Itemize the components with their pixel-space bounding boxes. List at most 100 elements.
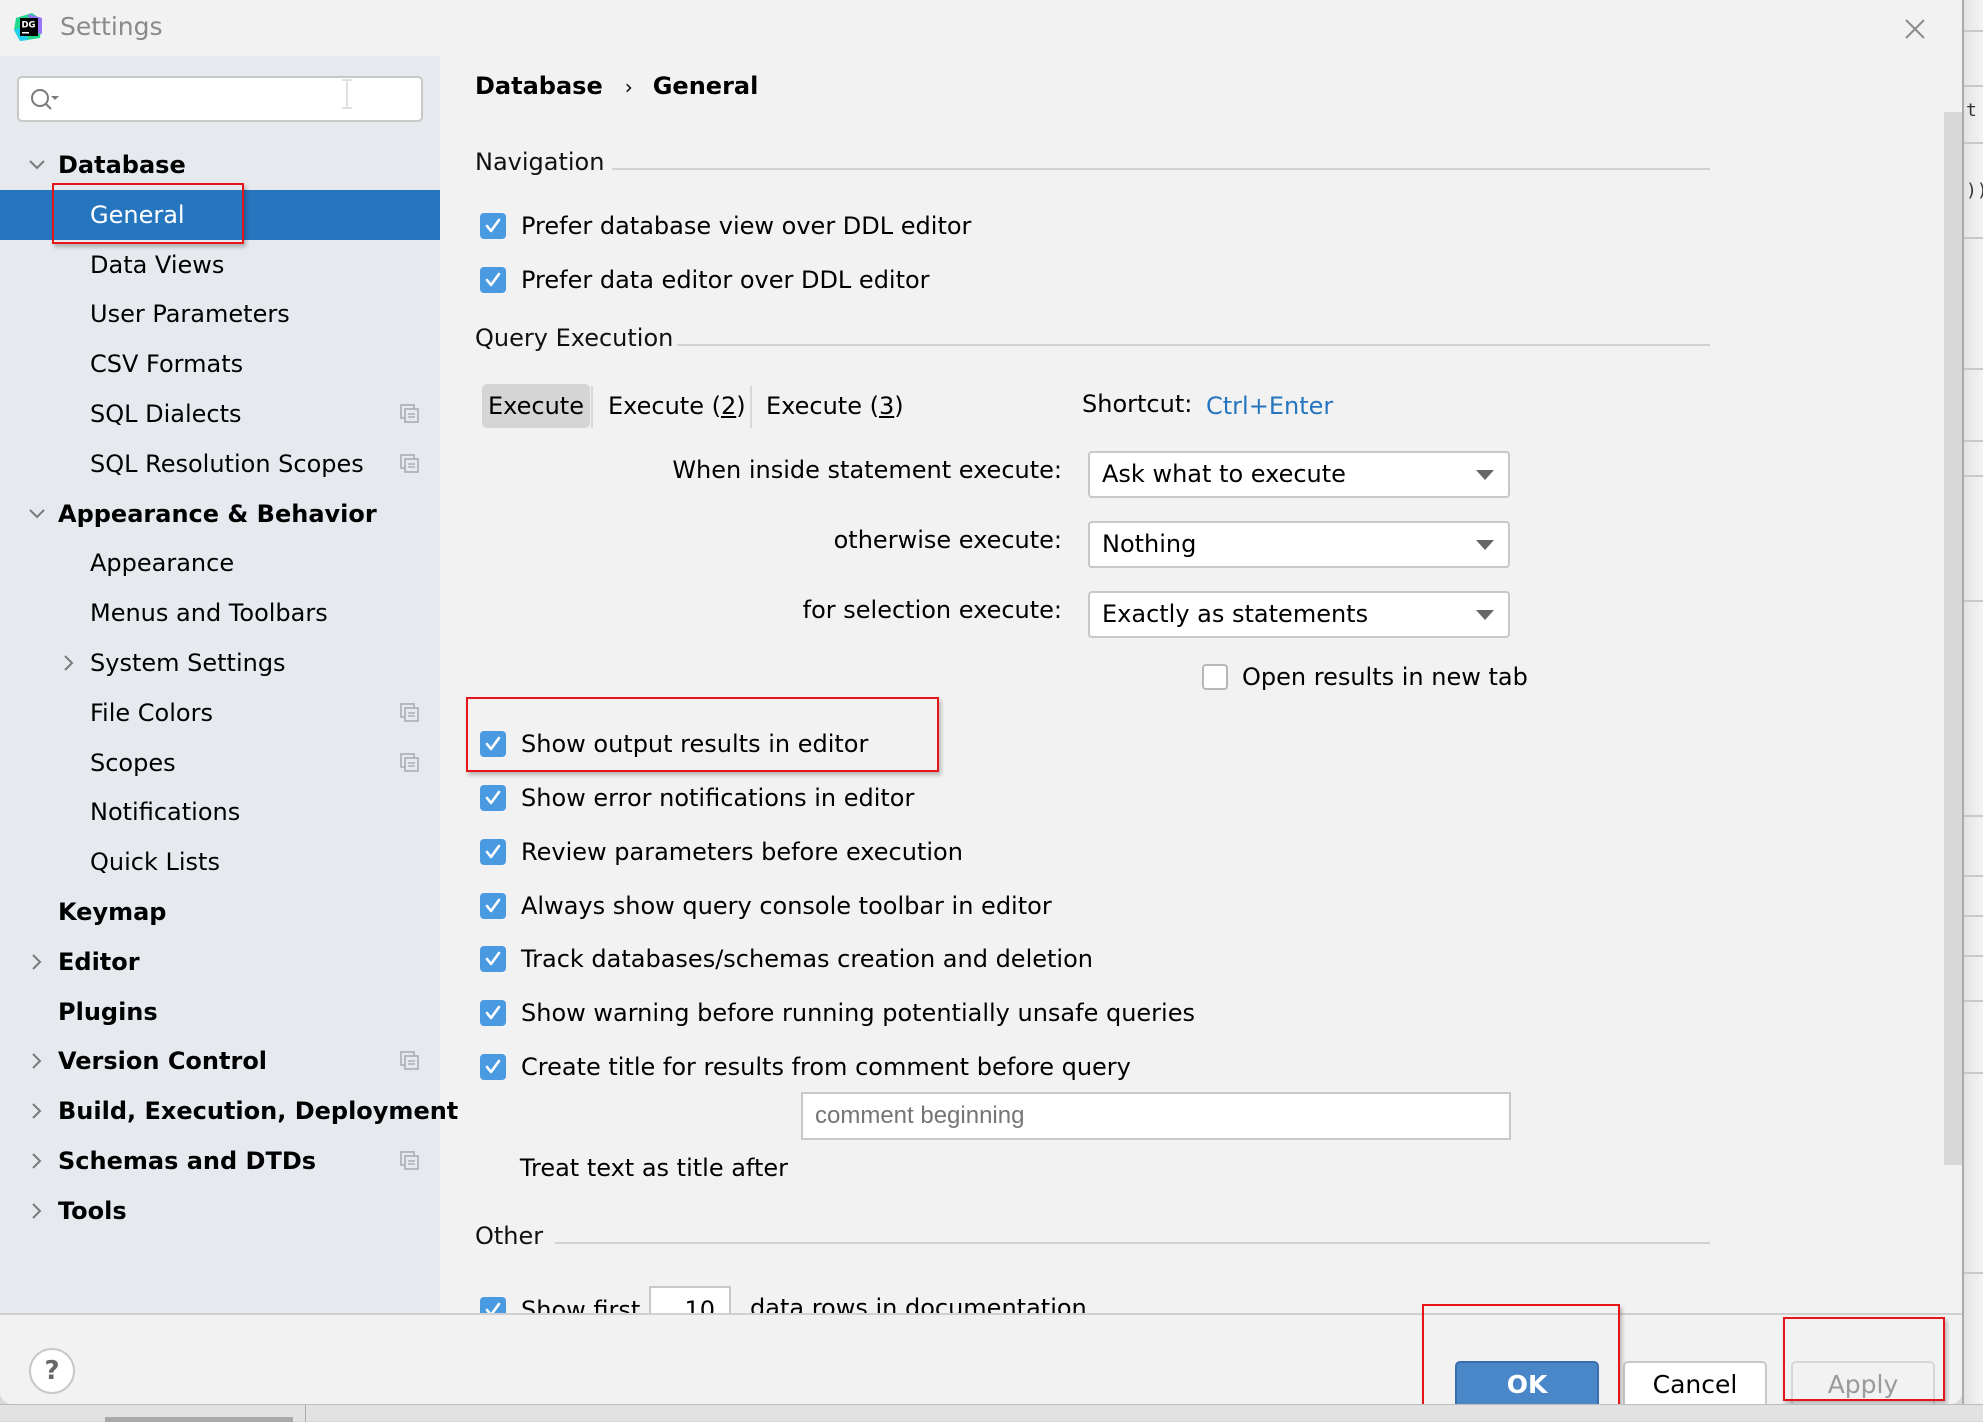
sidebar-item-user-parameters[interactable]: User Parameters bbox=[0, 289, 440, 339]
chevron-right-icon[interactable] bbox=[27, 1036, 47, 1086]
sidebar-item-csv-formats[interactable]: CSV Formats bbox=[0, 339, 440, 389]
sidebar-item-menus-and-toolbars[interactable]: Menus and Toolbars bbox=[0, 588, 440, 638]
checkbox-icon[interactable] bbox=[480, 731, 506, 757]
breadcrumb-item: General bbox=[652, 72, 759, 100]
apply-button[interactable]: Apply bbox=[1791, 1361, 1935, 1404]
svg-text:DG: DG bbox=[22, 21, 36, 31]
sidebar-item-keymap[interactable]: Keymap bbox=[0, 887, 440, 937]
sidebar-item-appearance[interactable]: Appearance bbox=[0, 538, 440, 588]
sidebar-item-data-views[interactable]: Data Views bbox=[0, 240, 440, 290]
tab-label: Execute ( bbox=[608, 392, 721, 420]
checkmark-icon bbox=[485, 951, 501, 966]
close-icon[interactable] bbox=[1900, 14, 1930, 44]
sidebar-item-appearance-behavior[interactable]: Appearance & Behavior bbox=[0, 489, 440, 539]
chevron-down-icon[interactable] bbox=[27, 489, 47, 539]
ide-code-fragment: t bbox=[1966, 100, 1977, 121]
content-scrollbar[interactable] bbox=[1944, 112, 1962, 1165]
checkbox-icon[interactable] bbox=[480, 213, 506, 239]
checkbox-icon[interactable] bbox=[480, 946, 506, 972]
checkbox-icon[interactable] bbox=[480, 1297, 506, 1313]
checkbox-label: Show warning before running potentially … bbox=[521, 999, 1195, 1027]
sidebar-item-sql-resolution-scopes[interactable]: SQL Resolution Scopes bbox=[0, 439, 440, 489]
for-selection-execute-select[interactable]: Exactly as statements bbox=[1088, 591, 1510, 638]
sidebar-item-tools[interactable]: Tools bbox=[0, 1186, 440, 1236]
breadcrumb-separator: › bbox=[624, 75, 633, 99]
sidebar-item-label: Menus and Toolbars bbox=[90, 599, 328, 628]
chevron-right-icon[interactable] bbox=[59, 638, 79, 688]
checkbox-icon[interactable] bbox=[480, 893, 506, 919]
rows-count-suffix: data rows in documentation bbox=[750, 1294, 1087, 1313]
ide-divider bbox=[1964, 815, 1983, 817]
section-title: Other bbox=[475, 1222, 544, 1250]
sidebar-item-label: Plugins bbox=[58, 997, 158, 1026]
sidebar-item-label: Notifications bbox=[90, 798, 241, 827]
sidebar-item-build-execution-deployment[interactable]: Build, Execution, Deployment bbox=[0, 1086, 458, 1136]
sidebar-item-label: Database bbox=[58, 151, 186, 179]
checkmark-icon bbox=[485, 844, 501, 859]
sidebar-item-system-settings[interactable]: System Settings bbox=[0, 638, 440, 688]
checkbox-icon[interactable] bbox=[1202, 664, 1228, 690]
sidebar-item-notifications[interactable]: Notifications bbox=[0, 787, 440, 837]
sidebar-item-plugins[interactable]: Plugins bbox=[0, 987, 440, 1037]
title-after-input[interactable] bbox=[801, 1092, 1511, 1140]
for-selection-execute-label: for selection execute: bbox=[802, 596, 1062, 624]
cancel-button[interactable]: Cancel bbox=[1623, 1361, 1767, 1404]
ide-divider bbox=[1964, 1072, 1983, 1074]
otherwise-execute-select[interactable]: Nothing bbox=[1088, 521, 1510, 568]
checkbox-icon[interactable] bbox=[480, 1054, 506, 1080]
ok-button[interactable]: OK bbox=[1455, 1361, 1599, 1404]
tab-execute-2[interactable]: Execute (2) bbox=[602, 384, 752, 428]
ide-divider bbox=[1964, 142, 1983, 144]
checkbox-icon[interactable] bbox=[480, 839, 506, 865]
sidebar-item-general[interactable]: General bbox=[0, 189, 440, 240]
shortcut-value-link[interactable]: Ctrl+Enter bbox=[1206, 392, 1333, 420]
chevron-right-icon[interactable] bbox=[27, 1136, 47, 1186]
sidebar-item-quick-lists[interactable]: Quick Lists bbox=[0, 837, 440, 887]
sidebar-item-editor[interactable]: Editor bbox=[0, 937, 440, 987]
tab-execute-3[interactable]: Execute (3) bbox=[760, 384, 910, 428]
tab-label: Execute bbox=[488, 392, 584, 420]
sidebar-item-database[interactable]: Database bbox=[0, 140, 440, 190]
dialog-footer: ? OK Cancel Apply bbox=[0, 1313, 1962, 1404]
when-inside-statement-select[interactable]: Ask what to execute bbox=[1088, 451, 1510, 498]
checkbox-label: Create title for results from comment be… bbox=[521, 1053, 1131, 1081]
sidebar-item-label: File Colors bbox=[90, 698, 213, 727]
chevron-right-icon[interactable] bbox=[27, 1186, 47, 1236]
breadcrumb-item[interactable]: Database bbox=[475, 72, 603, 100]
datagrip-icon: DG bbox=[14, 13, 42, 41]
ide-divider bbox=[1964, 875, 1983, 877]
settings-dialog: DG Settings Database General Data Views Use… bbox=[0, 0, 1962, 1404]
project-level-icon bbox=[400, 1051, 419, 1071]
section-divider bbox=[677, 344, 1710, 346]
checkbox-label: Open results in new tab bbox=[1242, 663, 1528, 691]
title-after-label: Treat text as title after bbox=[519, 1154, 788, 1182]
sidebar-item-label: User Parameters bbox=[90, 300, 290, 329]
sidebar-item-sql-dialects[interactable]: SQL Dialects bbox=[0, 389, 440, 439]
search-icon[interactable] bbox=[29, 87, 63, 113]
sidebar-item-version-control[interactable]: Version Control bbox=[0, 1036, 440, 1086]
checkbox-icon[interactable] bbox=[480, 1000, 506, 1026]
sidebar-item-label: System Settings bbox=[90, 649, 286, 677]
sidebar-item-label: CSV Formats bbox=[90, 350, 244, 379]
chevron-right-icon[interactable] bbox=[27, 937, 47, 987]
when-inside-statement-label: When inside statement execute: bbox=[672, 456, 1062, 484]
checkmark-icon bbox=[485, 1005, 501, 1020]
rows-count-input[interactable]: 10 bbox=[649, 1286, 731, 1313]
help-button[interactable]: ? bbox=[29, 1348, 75, 1394]
chevron-down-icon[interactable] bbox=[27, 140, 47, 190]
checkmark-icon bbox=[485, 736, 501, 751]
section-title: Query Execution bbox=[475, 324, 674, 352]
title-bar: DG Settings bbox=[0, 0, 1962, 56]
sidebar-item-schemas-and-dtds[interactable]: Schemas and DTDs bbox=[0, 1136, 440, 1186]
sidebar-item-file-colors[interactable]: File Colors bbox=[0, 688, 440, 738]
checkmark-icon bbox=[485, 898, 501, 913]
checkbox-icon[interactable] bbox=[480, 267, 506, 293]
sidebar-item-scopes[interactable]: Scopes bbox=[0, 738, 440, 788]
checkbox-icon[interactable] bbox=[480, 785, 506, 811]
tab-execute[interactable]: Execute bbox=[482, 384, 590, 428]
sidebar-item-label: Scopes bbox=[90, 748, 176, 777]
settings-search-input[interactable] bbox=[17, 76, 423, 122]
section-divider bbox=[555, 1242, 1710, 1244]
sidebar-item-label: Quick Lists bbox=[90, 848, 220, 877]
chevron-right-icon[interactable] bbox=[27, 1086, 47, 1136]
